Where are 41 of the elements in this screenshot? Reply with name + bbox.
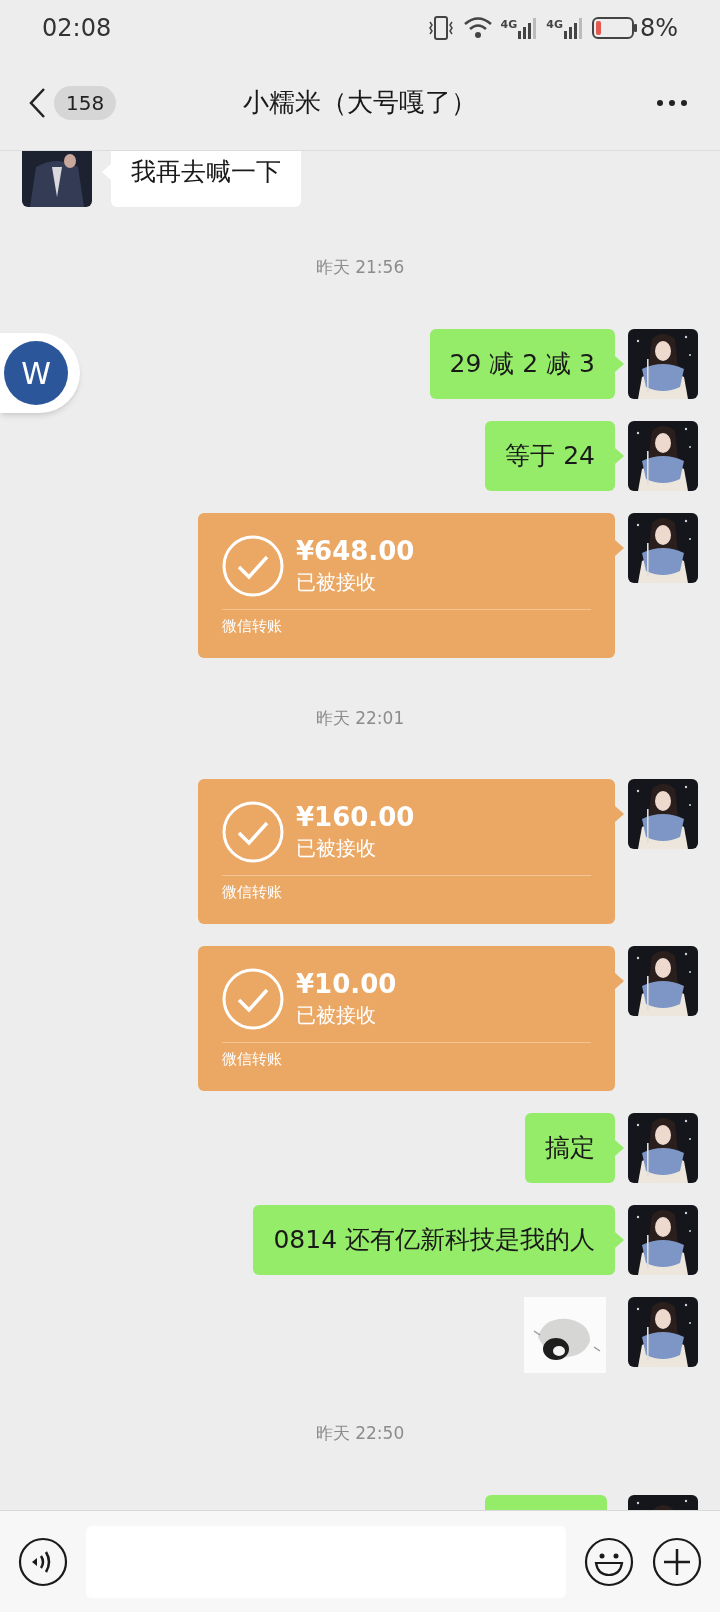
- add-icon[interactable]: [652, 1536, 702, 1587]
- transfer-label: 微信转账: [222, 882, 283, 903]
- transfer-amount: ¥648.00: [296, 534, 415, 567]
- timestamp: 昨天 21:56: [315, 256, 405, 279]
- message-bubble: 等于 24: [485, 420, 615, 491]
- voice-icon[interactable]: [18, 1536, 68, 1587]
- transfer-amount: ¥10.00: [296, 968, 397, 1000]
- emoji-icon[interactable]: [584, 1536, 634, 1587]
- vibrate-icon: [426, 14, 455, 41]
- check-circle-icon: [222, 534, 284, 597]
- app-letter: W: [4, 341, 68, 405]
- transfer-amount: ¥160.00: [296, 801, 415, 833]
- transfer-card[interactable]: ¥10.00 已被接收 微信转账: [198, 946, 615, 1091]
- check-circle-icon: [222, 968, 284, 1030]
- check-circle-icon: [222, 801, 284, 863]
- timestamp: 昨天 22:01: [315, 706, 405, 730]
- transfer-card[interactable]: ¥648.00 已被接收 微信转账: [198, 512, 615, 658]
- network-type: 4G: [500, 16, 518, 33]
- wifi-icon: [462, 15, 493, 40]
- battery-percent: 8%: [639, 12, 678, 44]
- more-icon[interactable]: [656, 98, 688, 107]
- transfer-status: 已被接收: [296, 1002, 377, 1029]
- message-bubble: 我再去喊一下: [111, 151, 301, 207]
- battery-icon: [591, 15, 638, 40]
- status-time: 02:08: [42, 12, 112, 44]
- signal-icon: [518, 16, 539, 39]
- transfer-status: 已被接收: [296, 568, 377, 596]
- message-bubble: 29 减 2 减 3: [429, 328, 615, 399]
- network-type: 4G: [546, 16, 563, 33]
- transfer-label: 微信转账: [222, 615, 283, 637]
- unread-count: 158: [54, 85, 117, 120]
- message-bubble: 0814 还有亿新科技是我的人: [253, 1205, 615, 1275]
- message-bubble: 搞定: [525, 1113, 615, 1183]
- floating-bubble[interactable]: W: [0, 333, 80, 413]
- back-icon[interactable]: [28, 86, 46, 119]
- chat-title: 小糯米（大号嘎了）: [243, 86, 477, 119]
- transfer-label: 微信转账: [222, 1049, 283, 1070]
- signal-icon: [563, 16, 584, 39]
- timestamp: 昨天 22:50: [315, 1422, 405, 1445]
- transfer-status: 已被接收: [296, 835, 377, 862]
- transfer-card[interactable]: ¥160.00 已被接收 微信转账: [198, 779, 615, 924]
